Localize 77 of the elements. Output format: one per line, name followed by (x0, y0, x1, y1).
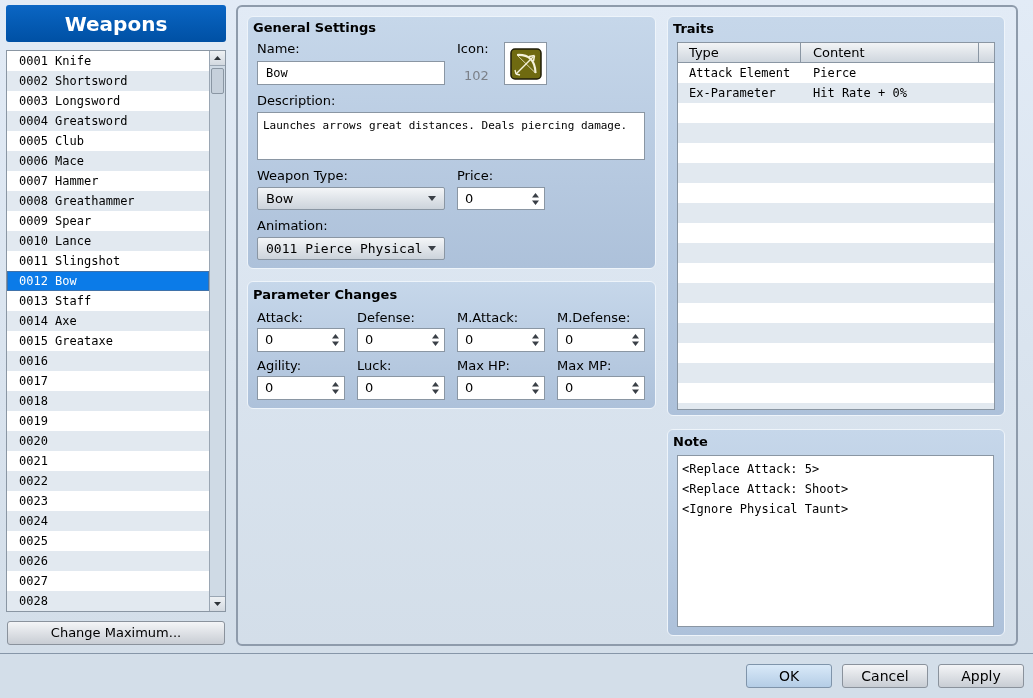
spin-arrows-icon (532, 334, 539, 346)
list-item[interactable]: 0014 Axe (7, 311, 209, 331)
parameter-spinbox[interactable]: 0 (257, 328, 345, 352)
group-title: General Settings (253, 20, 378, 36)
group-title: Parameter Changes (253, 287, 399, 303)
spin-arrows-icon (532, 192, 539, 205)
table-cell-text: Pierce (812, 65, 858, 82)
field-label: Agility: (257, 358, 303, 374)
animation-dropdown[interactable]: 0011 Pierce Physical (257, 237, 445, 260)
caret-icon (428, 196, 436, 201)
parameter-spinbox[interactable]: 0 (357, 376, 445, 400)
spin-arrows-icon (432, 382, 439, 394)
caret-down-icon (214, 602, 221, 606)
spin-arrows-icon (332, 334, 339, 346)
table-cell-text: Hit Rate + 0% (812, 85, 908, 102)
dialog-button[interactable]: Apply (938, 664, 1024, 688)
price-spinbox[interactable]: 0 (457, 187, 545, 210)
caret-up-icon (214, 56, 221, 60)
icon-index: 102 (463, 68, 490, 84)
group-title: Note (673, 434, 709, 450)
list-item[interactable]: 0016 (7, 351, 209, 371)
field-label: M.Attack: (457, 310, 520, 326)
parameter-spinbox[interactable]: 0 (557, 328, 645, 352)
list-item[interactable]: 0020 (7, 431, 209, 451)
spin-arrows-icon (332, 382, 339, 394)
list-item[interactable]: 0006 Mace (7, 151, 209, 171)
spin-arrows-icon (432, 334, 439, 346)
icon-picker[interactable] (504, 42, 547, 85)
parameter-spinbox[interactable]: 0 (457, 328, 545, 352)
list-item[interactable]: 0004 Greatsword (7, 111, 209, 131)
column-header: Content (801, 43, 979, 62)
list-item[interactable]: 0028 (7, 591, 209, 611)
field-label: Animation: (257, 218, 329, 234)
caret-icon (428, 246, 436, 251)
field-label: Max HP: (457, 358, 511, 374)
parameter-spinbox[interactable]: 0 (457, 376, 545, 400)
scroll-down-button[interactable] (210, 596, 225, 611)
list-item[interactable]: 0018 (7, 391, 209, 411)
list-item[interactable]: 0022 (7, 471, 209, 491)
dialog-button[interactable]: Cancel (842, 664, 928, 688)
name-field[interactable]: Bow (257, 61, 445, 85)
parameter-spinbox[interactable]: 0 (257, 376, 345, 400)
field-label: Name: (257, 41, 301, 57)
bow-icon (509, 47, 542, 80)
weapon-type-dropdown[interactable]: Bow (257, 187, 445, 210)
table-cell-text: Ex-Parameter (688, 85, 777, 102)
list-item[interactable]: 0024 (7, 511, 209, 531)
scroll-up-button[interactable] (210, 51, 225, 66)
field-label: Icon: (457, 41, 490, 57)
group-title: Traits (673, 21, 716, 37)
field-label: Max MP: (557, 358, 613, 374)
spin-arrows-icon (632, 334, 639, 346)
change-maximum-button[interactable]: Change Maximum... (7, 621, 225, 645)
field-label: Weapon Type: (257, 168, 349, 184)
field-label: Luck: (357, 358, 393, 374)
note-field[interactable]: <Replace Attack: 5> <Replace Attack: Shoot> <Ignore Physical Taunt> (677, 455, 994, 627)
field-label: Defense: (357, 310, 416, 326)
scrollbar-thumb[interactable] (211, 68, 224, 94)
field-label: Description: (257, 93, 337, 109)
table-cell-text: Attack Element (688, 65, 792, 82)
field-label: Price: (457, 168, 495, 184)
parameter-spinbox[interactable]: 0 (557, 376, 645, 400)
dialog-button[interactable]: OK (746, 664, 832, 688)
list-item[interactable]: 0026 (7, 551, 209, 571)
description-field[interactable]: Launches arrows great distances. Deals piercing damage. (257, 112, 645, 160)
list-item[interactable]: 0012 Bow (7, 271, 209, 291)
list-item[interactable]: 0002 Shortsword (7, 71, 209, 91)
list-item[interactable]: 0008 Greathammer (7, 191, 209, 211)
spin-arrows-icon (632, 382, 639, 394)
column-header: Type (678, 43, 801, 62)
parameter-spinbox[interactable]: 0 (357, 328, 445, 352)
list-title: Weapons (6, 5, 226, 42)
spin-arrows-icon (532, 382, 539, 394)
field-label: Attack: (257, 310, 304, 326)
field-label: M.Defense: (557, 310, 632, 326)
scrollbar[interactable] (209, 51, 225, 611)
list-item[interactable]: 0010 Lance (7, 231, 209, 251)
